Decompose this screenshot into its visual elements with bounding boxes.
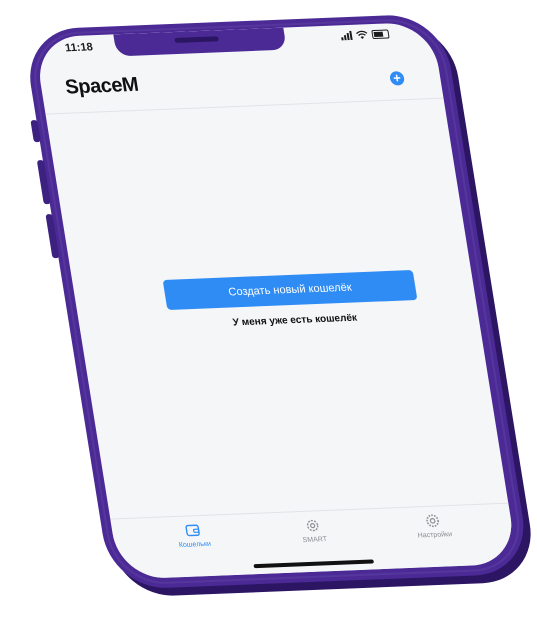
volume-up-button bbox=[36, 159, 51, 205]
tab-smart-label: SMART bbox=[302, 536, 328, 545]
add-wallet-button[interactable]: + bbox=[388, 70, 406, 86]
phone-device: 11:18 SpaceM + Создать новый кошелёк У м… bbox=[22, 13, 532, 590]
tab-wallets[interactable]: Кошельки bbox=[151, 521, 235, 550]
app-header: SpaceM + bbox=[39, 57, 444, 115]
create-wallet-button[interactable]: Создать новый кошелёк bbox=[162, 270, 418, 310]
smart-gear-icon bbox=[306, 519, 319, 532]
speaker-grille bbox=[174, 36, 220, 43]
mute-switch bbox=[30, 119, 41, 143]
tab-smart[interactable]: SMART bbox=[271, 516, 355, 545]
status-icons bbox=[340, 29, 390, 41]
battery-icon bbox=[371, 29, 390, 40]
home-indicator[interactable] bbox=[253, 559, 375, 569]
wifi-icon bbox=[355, 30, 368, 40]
stage: 11:18 SpaceM + Создать новый кошелёк У м… bbox=[0, 0, 537, 626]
plus-circle-icon: + bbox=[392, 70, 402, 86]
notch bbox=[113, 27, 287, 57]
phone-screen: 11:18 SpaceM + Создать новый кошелёк У м… bbox=[33, 21, 518, 580]
volume-down-button bbox=[45, 213, 60, 259]
tab-settings[interactable]: Настройки bbox=[391, 511, 475, 540]
have-wallet-link[interactable]: У меня уже есть кошелёк bbox=[169, 310, 421, 331]
settings-gear-icon bbox=[426, 514, 440, 528]
signal-icon bbox=[340, 30, 353, 41]
status-bar: 11:18 bbox=[33, 22, 435, 66]
wallet-icon bbox=[185, 524, 200, 537]
status-time: 11:18 bbox=[64, 41, 94, 55]
tab-settings-label: Настройки bbox=[417, 531, 453, 540]
app-title: SpaceM bbox=[63, 73, 140, 99]
phone-frame: 11:18 SpaceM + Создать новый кошелёк У м… bbox=[22, 13, 532, 590]
tab-bar: Кошельки SMART Настройки bbox=[110, 502, 518, 580]
tab-wallets-label: Кошельки bbox=[178, 540, 212, 550]
